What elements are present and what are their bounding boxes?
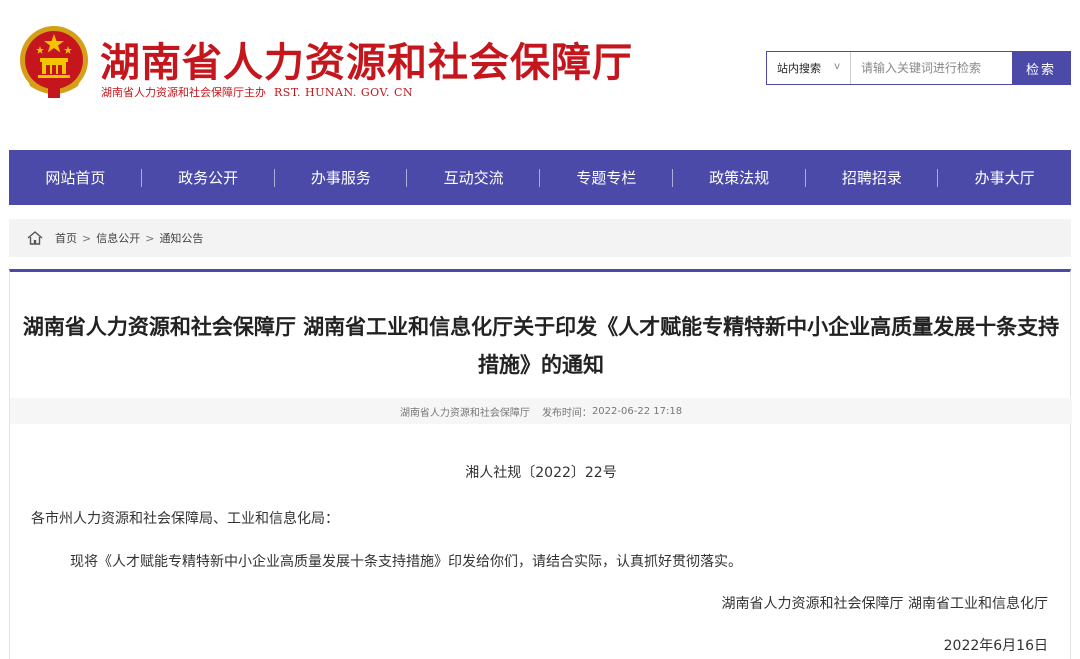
site-subtitle: 湖南省人力资源和社会保障厅主办 RST. HUNAN. GOV. CN <box>101 84 413 100</box>
site-sponsor: 湖南省人力资源和社会保障厅主办 <box>101 86 266 99</box>
search-input[interactable] <box>851 52 1012 84</box>
national-emblem-icon[interactable] <box>18 24 90 100</box>
article-source: 湖南省人力资源和社会保障厅 <box>399 407 530 419</box>
search-scope-label: 站内搜索 <box>777 62 821 75</box>
nav-item-services[interactable]: 办事服务 <box>275 167 408 188</box>
search-button[interactable]: 检索 <box>1012 52 1070 84</box>
document-number: 湘人社规〔2022〕22号 <box>465 465 617 481</box>
main-nav: 网站首页 政务公开 办事服务 互动交流 专题专栏 政策法规 招聘招录 办事大厅 <box>9 150 1071 205</box>
home-icon[interactable] <box>27 231 43 245</box>
article-meta: 湖南省人力资源和社会保障厅 发布时间： 2022-06-22 17:18 <box>10 398 1072 424</box>
breadcrumb: 首页 > 信息公开 > 通知公告 <box>9 219 1071 257</box>
nav-item-interaction[interactable]: 互动交流 <box>407 167 540 188</box>
article-body: 现将《人才赋能专精特新中小企业高质量发展十条支持措施》印发给你们，请结合实际，认… <box>70 554 742 570</box>
breadcrumb-notices[interactable]: 通知公告 <box>159 230 203 246</box>
breadcrumb-home[interactable]: 首页 <box>55 230 77 246</box>
chevron-down-icon: v <box>834 61 840 72</box>
publish-time: 2022-06-22 17:18 <box>591 405 683 417</box>
breadcrumb-separator: > <box>145 231 155 245</box>
site-header: 湖南省人力资源和社会保障厅 湖南省人力资源和社会保障厅主办 RST. HUNAN.… <box>0 0 1080 150</box>
publish-time-label: 发布时间： <box>541 407 592 419</box>
breadcrumb-separator: > <box>82 231 92 245</box>
article-date: 2022年6月16日 <box>943 638 1048 654</box>
article-signature: 湖南省人力资源和社会保障厅 湖南省工业和信息化厅 <box>721 596 1048 612</box>
site-title[interactable]: 湖南省人力资源和社会保障厅 <box>100 30 633 88</box>
breadcrumb-info-public[interactable]: 信息公开 <box>96 230 140 246</box>
nav-item-recruitment[interactable]: 招聘招录 <box>806 167 939 188</box>
article-title: 湖南省人力资源和社会保障厅 湖南省工业和信息化厅关于印发《人才赋能专精特新中小企… <box>22 315 1060 377</box>
site-domain: RST. HUNAN. GOV. CN <box>274 86 414 99</box>
nav-item-topics[interactable]: 专题专栏 <box>540 167 673 188</box>
nav-item-service-hall[interactable]: 办事大厅 <box>938 167 1071 188</box>
search-bar: 站内搜索 v 检索 <box>766 51 1071 85</box>
search-scope-select[interactable]: 站内搜索 v <box>767 52 851 84</box>
article-salutation: 各市州人力资源和社会保障局、工业和信息化局： <box>31 511 339 527</box>
nav-item-policies[interactable]: 政策法规 <box>673 167 806 188</box>
article: 湖南省人力资源和社会保障厅 湖南省工业和信息化厅关于印发《人才赋能专精特新中小企… <box>9 269 1072 659</box>
nav-item-home[interactable]: 网站首页 <box>9 167 142 188</box>
nav-item-gov-affairs[interactable]: 政务公开 <box>142 167 275 188</box>
